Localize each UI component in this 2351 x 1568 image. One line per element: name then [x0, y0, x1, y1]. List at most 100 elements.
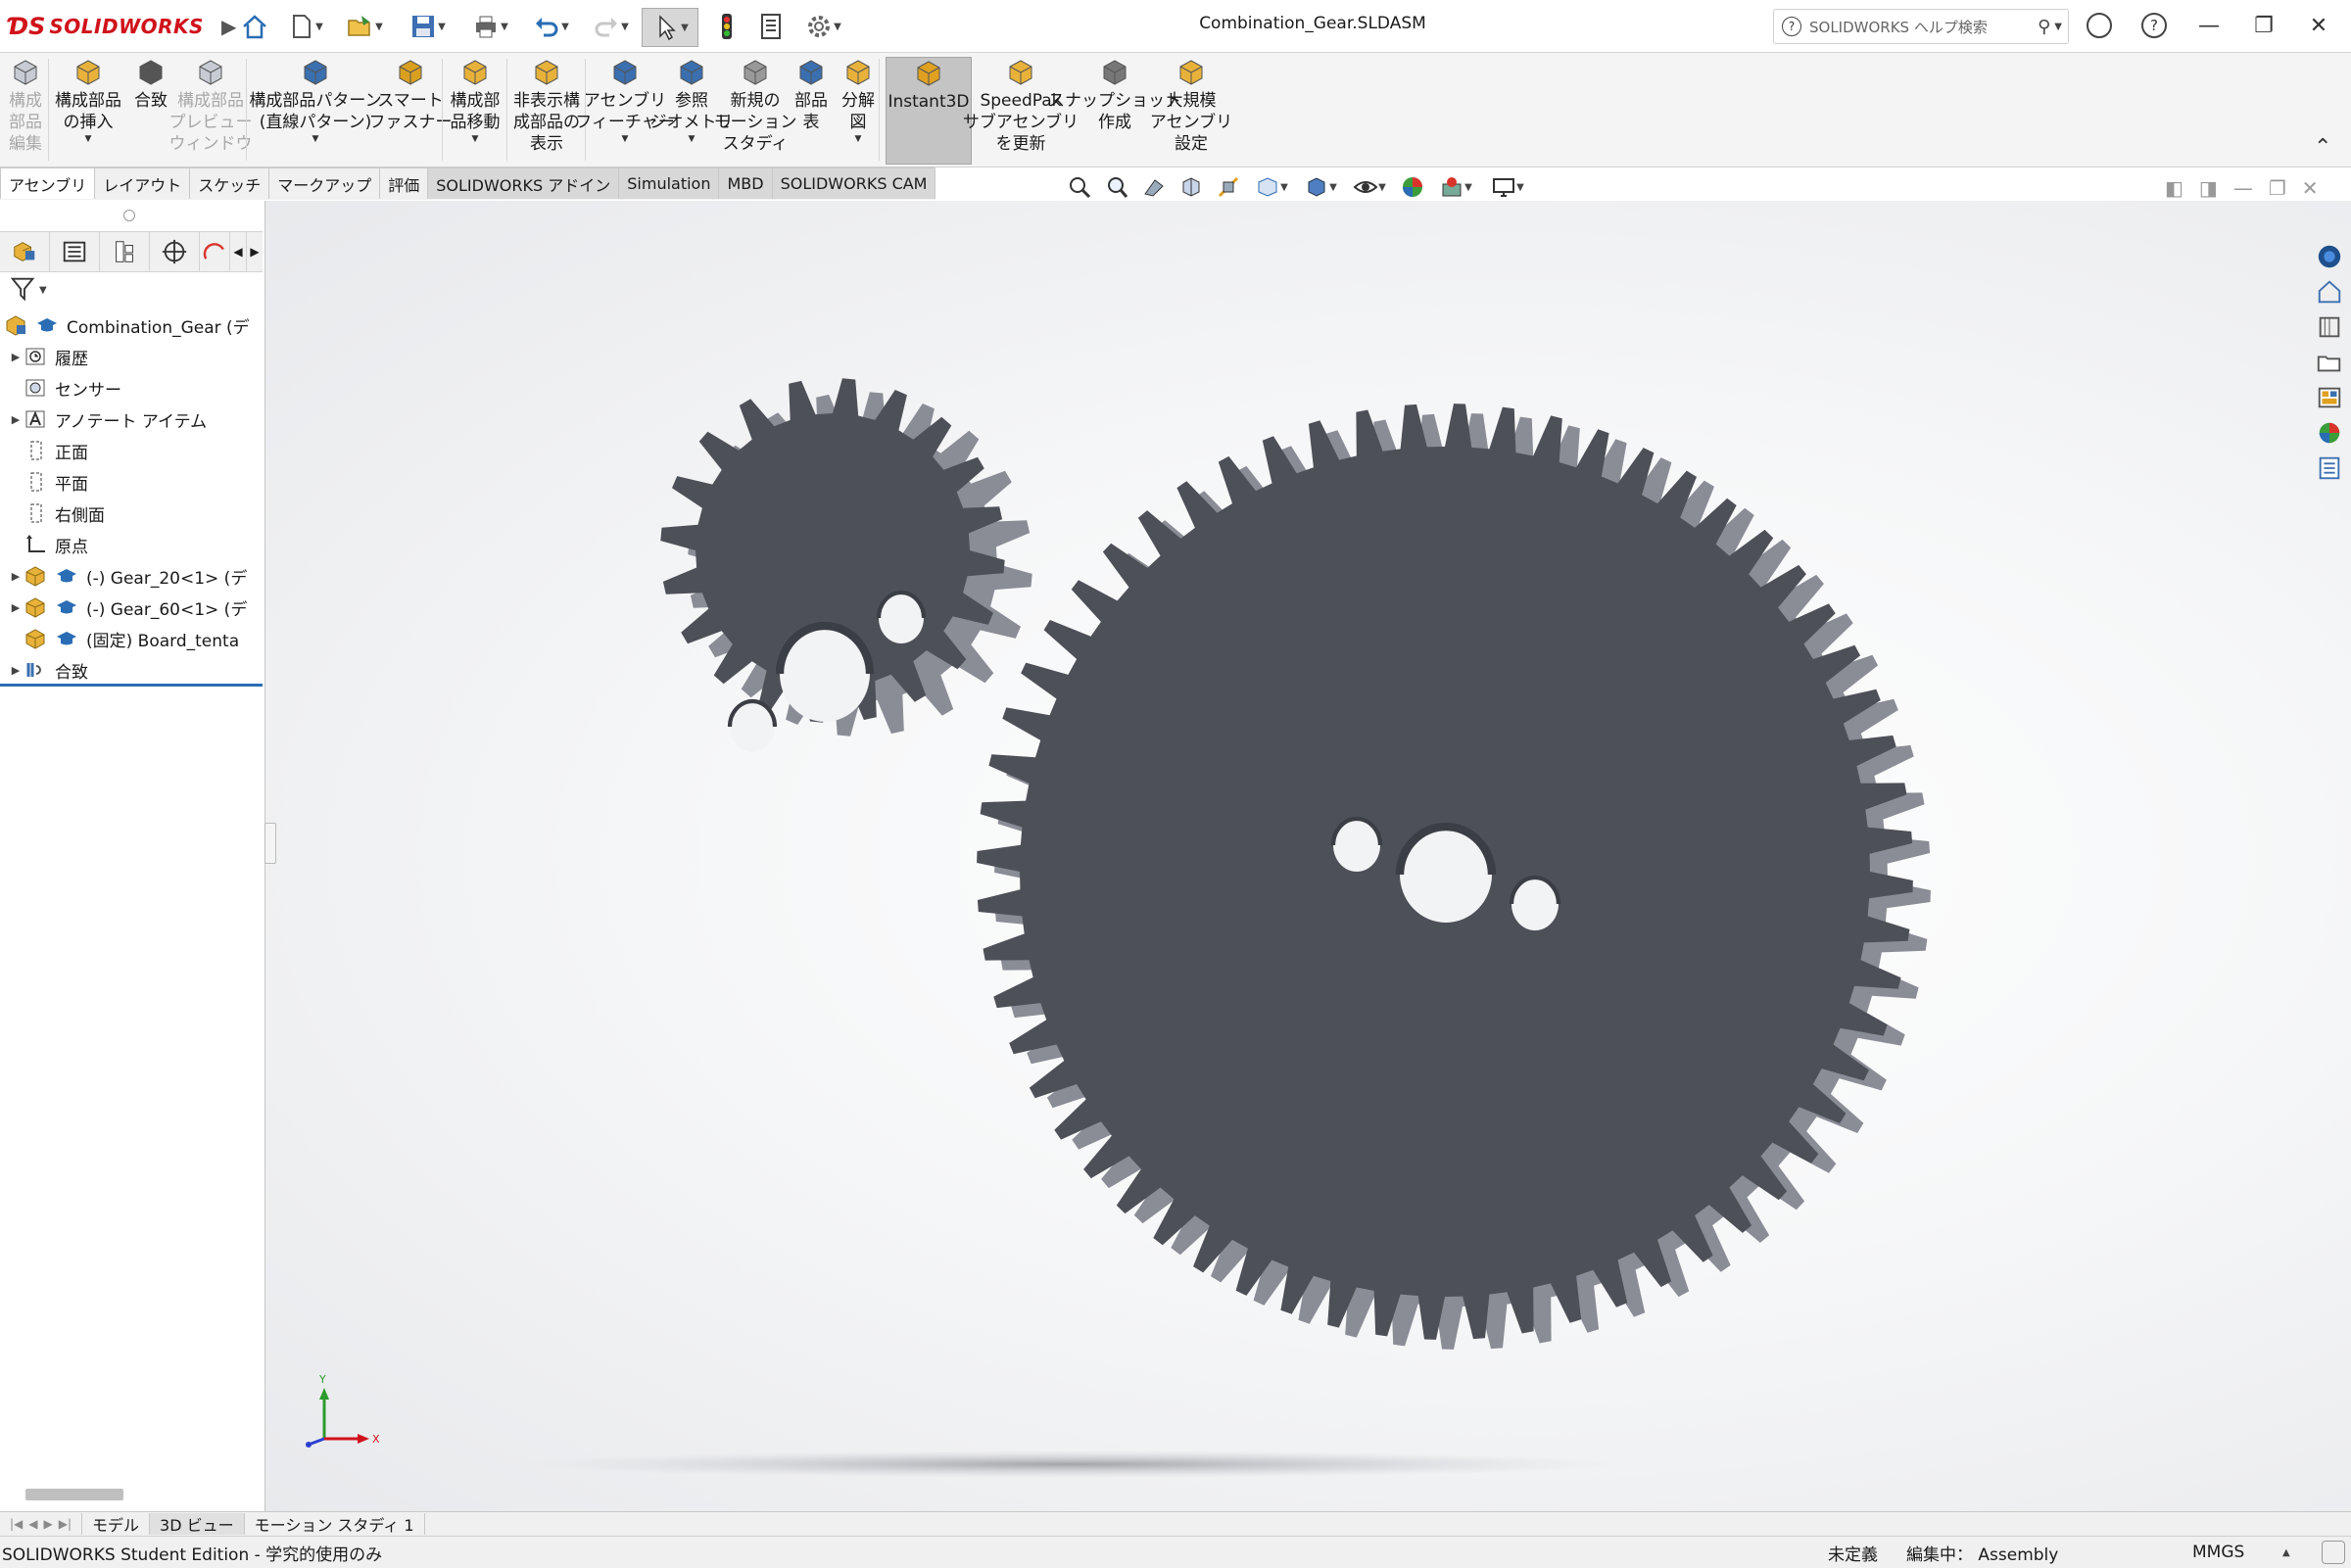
ribbon-button-7[interactable]: 非表示構 成部品の 表示	[509, 57, 584, 163]
tree-item[interactable]: ▶ 合致	[0, 654, 263, 686]
scroll-left-icon[interactable]: ◀	[230, 232, 247, 271]
ribbon-button-2[interactable]: 合致	[131, 57, 170, 163]
tab-scroll-controls[interactable]: |◀ ◀ ▶ ▶|	[0, 1513, 83, 1535]
restore-button[interactable]: ❐	[2241, 6, 2286, 45]
panel-splitter-handle[interactable]	[123, 210, 135, 221]
tab-2[interactable]: スケッチ	[189, 167, 270, 199]
file-properties-button[interactable]	[752, 8, 790, 45]
ribbon-button-4[interactable]: 構成部品パターン (直線パターン) ▼	[249, 57, 382, 163]
tree-item[interactable]: 右側面	[0, 498, 263, 529]
solidworks-resources-tab[interactable]	[2312, 240, 2347, 273]
display-style-button[interactable]: ▼	[1299, 172, 1342, 202]
new-document-button[interactable]: ▼	[282, 8, 327, 45]
ribbon-button-9[interactable]: 参照 ジオメトリ ▼	[650, 57, 734, 163]
viewport-minimize-icon[interactable]: —	[2233, 176, 2253, 200]
next-tab-icon[interactable]: ▶	[44, 1517, 53, 1531]
previous-view-button[interactable]	[1138, 172, 1170, 202]
scenes-tab[interactable]	[2312, 416, 2347, 450]
viewport-restore-icon[interactable]: ❐	[2269, 176, 2286, 200]
unit-dropdown-icon[interactable]: ▲	[2282, 1547, 2290, 1558]
ribbon-button-10[interactable]: 新規の モーション スタディ	[714, 57, 796, 163]
ribbon-button-5[interactable]: スマート ファスナー	[369, 57, 453, 163]
ribbon-button-16[interactable]: 大規模 アセンブリ 設定	[1150, 57, 1232, 163]
small-gear-20[interactable]	[660, 378, 1005, 752]
tree-item[interactable]: (固定) Board_tenta	[0, 623, 263, 654]
panel-collapse-handle[interactable]	[264, 823, 276, 864]
design-library-tab[interactable]	[2312, 275, 2347, 309]
view-settings-button[interactable]: ▼	[1483, 172, 1532, 202]
search-icon[interactable]: ⚲	[2038, 17, 2050, 37]
display-manager-tab[interactable]	[200, 232, 230, 271]
help-search[interactable]: ? SOLIDWORKS ヘルプ検索 ⚲ ▼	[1773, 9, 2069, 44]
close-button[interactable]: ✕	[2296, 6, 2341, 45]
expand-arrow-icon[interactable]: ▶	[8, 601, 24, 614]
help-button[interactable]: ?	[2132, 6, 2177, 45]
ribbon-dropdown-icon[interactable]: ▼	[312, 133, 319, 145]
resize-grip-icon[interactable]	[2322, 1541, 2345, 1564]
expand-arrow-icon[interactable]: ▶	[8, 351, 24, 363]
tab-8[interactable]: SOLIDWORKS CAM	[771, 167, 936, 199]
tab-6[interactable]: Simulation	[618, 167, 720, 199]
configuration-manager-tab[interactable]	[100, 232, 150, 271]
tree-item[interactable]: ▶ (-) Gear_20<1> (デ	[0, 560, 263, 592]
bottom-tab-0[interactable]: モデル	[82, 1513, 151, 1535]
last-tab-icon[interactable]: ▶|	[59, 1517, 72, 1531]
viewport-close-icon[interactable]: ✕	[2302, 176, 2319, 200]
edit-appearance-button[interactable]	[1397, 172, 1428, 202]
tree-item[interactable]: ▶ アノテート アイテム	[0, 404, 263, 435]
solidworks-logo[interactable]: ƊS SOLIDWORKS ▶	[8, 10, 236, 43]
tree-item[interactable]: 原点	[0, 529, 263, 560]
dynamic-annotation-button[interactable]	[1213, 172, 1244, 202]
rebuild-button[interactable]	[709, 8, 744, 45]
tree-item[interactable]: センサー	[0, 372, 263, 404]
unit-system[interactable]: MMGS	[2192, 1543, 2244, 1562]
large-gear-60[interactable]	[977, 404, 1913, 1340]
tree-item[interactable]: 平面	[0, 466, 263, 498]
ribbon-dropdown-icon[interactable]: ▼	[85, 133, 92, 145]
expand-arrow-icon[interactable]: ▶	[8, 570, 24, 583]
ribbon-button-12[interactable]: 分解 図 ▼	[839, 57, 878, 163]
tree-item[interactable]: ▶ 履歴	[0, 341, 263, 372]
feature-manager-tab[interactable]	[0, 232, 50, 271]
gear-model-view[interactable]: Y X	[265, 201, 2312, 1511]
property-manager-tab[interactable]	[50, 232, 100, 271]
ribbon-button-13[interactable]: Instant3D	[886, 57, 972, 165]
dimxpert-manager-tab[interactable]	[150, 232, 200, 271]
minimize-button[interactable]: —	[2186, 6, 2231, 45]
ribbon-dropdown-icon[interactable]: ▼	[622, 133, 629, 145]
open-button[interactable]: ▼	[339, 8, 390, 45]
apply-scene-button[interactable]: ▼	[1434, 172, 1477, 202]
zoom-to-area-button[interactable]	[1101, 172, 1132, 202]
file-explorer-tab[interactable]	[2312, 310, 2347, 344]
view-palette-tab[interactable]	[2312, 346, 2347, 379]
tab-1[interactable]: レイアウト	[94, 167, 191, 199]
section-view-button[interactable]	[1176, 172, 1207, 202]
first-tab-icon[interactable]: |◀	[10, 1517, 23, 1531]
search-input[interactable]: SOLIDWORKS ヘルプ検索	[1809, 17, 2038, 37]
hide-show-items-button[interactable]: ▼	[1348, 172, 1391, 202]
ribbon-dropdown-icon[interactable]: ▼	[689, 133, 696, 145]
view-orientation-button[interactable]: ▼	[1250, 172, 1293, 202]
ribbon-button-1[interactable]: 構成部品 の挿入 ▼	[49, 57, 127, 163]
options-button[interactable]: ▼	[797, 8, 848, 45]
expand-arrow-icon[interactable]: ▶	[8, 664, 24, 677]
custom-properties-tab[interactable]	[2312, 451, 2347, 485]
ribbon-button-3[interactable]: 構成部品 プレビュー ウィンドウ	[169, 57, 253, 163]
rollback-bar[interactable]	[0, 684, 263, 687]
zoom-to-fit-button[interactable]	[1064, 172, 1095, 202]
tree-filter-button[interactable]: ▼	[10, 275, 47, 308]
scroll-right-icon[interactable]: ▶	[247, 232, 263, 271]
save-button[interactable]: ▼	[402, 8, 453, 45]
tab-0[interactable]: アセンブリ	[0, 167, 96, 199]
ribbon-dropdown-icon[interactable]: ▼	[472, 133, 479, 145]
ribbon-dropdown-icon[interactable]: ▼	[855, 133, 862, 145]
tab-7[interactable]: MBD	[718, 167, 773, 199]
bottom-tab-1[interactable]: 3D ビュー	[150, 1513, 245, 1535]
horizontal-scrollbar[interactable]	[25, 1489, 123, 1500]
appearances-tab[interactable]	[2312, 381, 2347, 414]
ribbon-button-11[interactable]: 部品 表	[792, 57, 831, 163]
ribbon-button-0[interactable]: 構成 部品 編集	[4, 57, 47, 163]
select-button[interactable]: ▼	[642, 8, 698, 47]
tree-item[interactable]: Combination_Gear (デ	[0, 309, 263, 341]
tree-item[interactable]: 正面	[0, 435, 263, 466]
